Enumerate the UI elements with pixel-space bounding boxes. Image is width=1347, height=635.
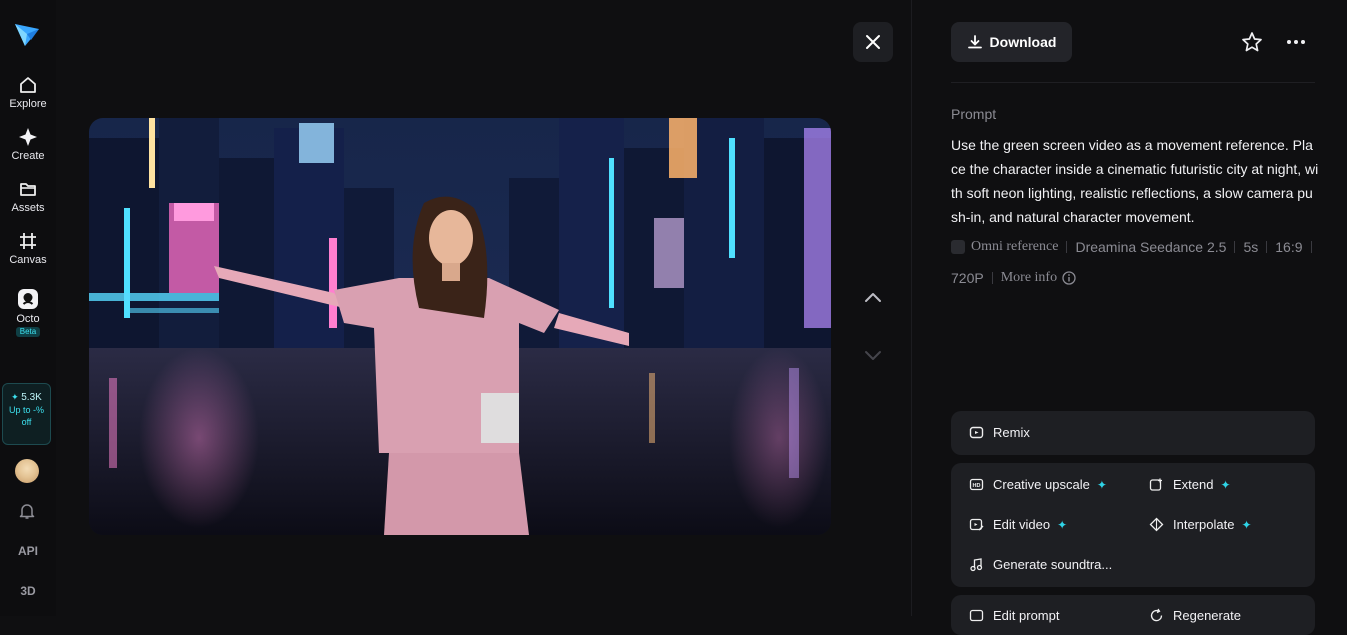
nav-octo-label: Octo [16,313,40,325]
close-button[interactable] [853,22,893,62]
interpolate-icon [1149,517,1164,532]
more-info-link[interactable]: More info [1001,270,1057,286]
meta-separator [991,272,993,284]
meta-separator [1066,241,1068,253]
close-icon [866,35,880,49]
nav-create-label: Create [11,150,45,162]
remix-icon [969,426,984,439]
nav-assets[interactable]: Assets [0,179,56,214]
tools-card: HD Creative upscale ✦ Extend ✦ Edit vide… [951,463,1315,587]
interpolate-label: Interpolate [1173,517,1235,532]
extend-icon [1149,478,1162,491]
extend-label: Extend [1173,477,1214,492]
nav-assets-label: Assets [11,202,45,214]
reference-type: Omni reference [971,239,1059,254]
meta-separator [1310,241,1312,253]
hd-icon: HD [969,478,984,491]
octo-icon [18,289,38,309]
bell-icon[interactable] [18,502,36,520]
prompt-label: Prompt [951,106,997,122]
download-button[interactable]: Download [951,22,1072,62]
interpolate-button[interactable]: Interpolate ✦ [1149,517,1252,532]
duration: 5s [1243,239,1259,255]
folder-icon [20,183,36,196]
edit-video-icon [969,518,984,531]
more-options-icon[interactable] [1285,31,1307,53]
nav-create[interactable]: Create [0,127,56,162]
prompt-actions-card: Edit prompt Regenerate [951,595,1315,635]
nav-canvas-label: Canvas [9,254,47,266]
remix-card[interactable]: Remix [951,411,1315,455]
sparkle-icon [19,128,37,146]
header-divider [951,82,1315,83]
generation-meta-2: 720P More info [951,270,1321,286]
resolution: 720P [951,270,984,286]
credits-value: 5.3K [21,392,42,403]
sparkle-icon: ✦ [1220,477,1231,492]
favorite-star-icon[interactable] [1241,31,1263,53]
svg-text:HD: HD [973,483,981,489]
canvas-icon [20,233,36,249]
credits-promo[interactable]: ✦ 5.3K Up to -% off [2,383,51,445]
video-frame-image [89,118,831,535]
creative-upscale-button[interactable]: HD Creative upscale ✦ [969,477,1107,492]
api-link[interactable]: API [0,544,56,558]
generate-soundtrack-button[interactable]: Generate soundtra... [969,557,1112,572]
previous-arrow-icon[interactable] [864,289,882,307]
nav-canvas[interactable]: Canvas [0,231,56,266]
credits-count: ✦ 5.3K [3,391,50,404]
panel-divider [911,0,912,616]
generation-meta: Omni reference Dreamina Seedance 2.5 5s … [951,239,1321,255]
credits-sparkle-icon: ✦ [11,392,19,402]
next-arrow-icon[interactable] [864,346,882,364]
promo-line-2: off [21,417,32,427]
nav-octo[interactable]: Octo Beta [0,288,56,337]
generate-soundtrack-label: Generate soundtra... [993,557,1113,572]
remix-button[interactable]: Remix [969,425,1030,440]
creative-upscale-label: Creative upscale [993,477,1090,492]
extend-button[interactable]: Extend ✦ [1149,477,1231,492]
aspect-ratio: 16:9 [1275,239,1303,255]
meta-separator [1234,241,1236,253]
reference-thumbnail [951,240,965,254]
sparkle-icon: ✦ [1096,477,1107,492]
sidebar: Explore Create Assets Canvas Octo Beta ✦… [0,0,56,616]
sparkle-icon: ✦ [1057,517,1068,532]
nav-explore[interactable]: Explore [0,75,56,110]
nav-explore-label: Explore [9,98,47,110]
edit-video-label: Edit video [993,517,1051,532]
download-label: Download [989,34,1057,50]
music-note-icon [970,558,983,572]
info-icon[interactable] [1062,271,1076,285]
app-logo-icon[interactable] [13,20,41,48]
prompt-text: Use the green screen video as a movement… [951,137,1319,225]
model-name: Dreamina Seedance 2.5 [1075,239,1227,255]
edit-video-button[interactable]: Edit video ✦ [969,517,1067,532]
meta-separator [1266,241,1268,253]
download-icon [967,35,982,49]
beta-badge: Beta [15,327,41,337]
remix-label: Remix [993,425,1030,440]
promo-line-1: Up to -% [8,405,44,415]
3d-link[interactable]: 3D [0,584,56,598]
avatar[interactable] [15,459,39,483]
video-preview[interactable] [89,118,831,535]
home-icon [20,77,36,93]
sparkle-icon: ✦ [1241,517,1252,532]
